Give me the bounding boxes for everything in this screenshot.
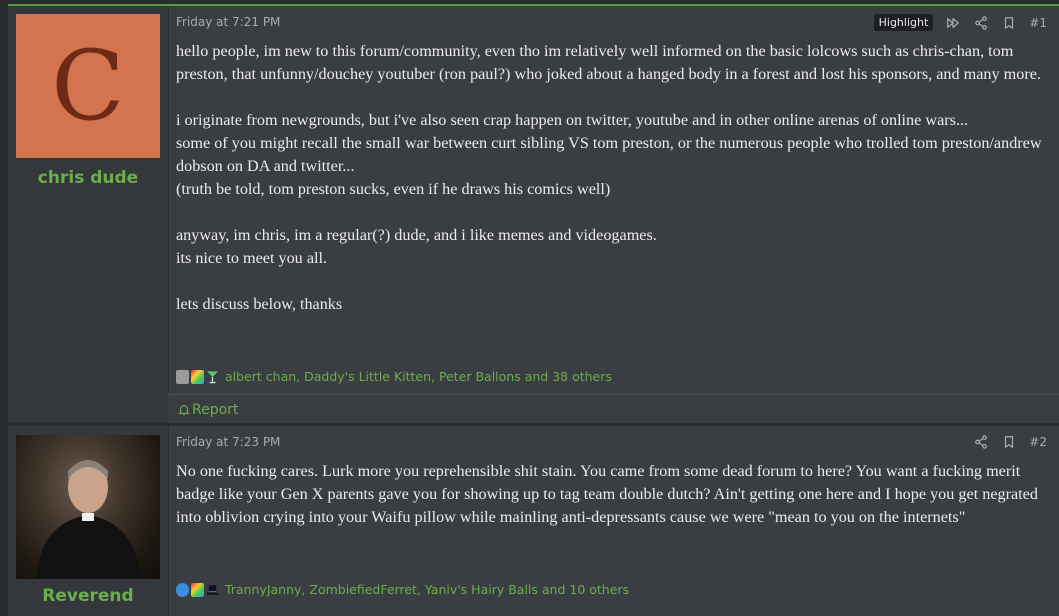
username[interactable]: chris dude xyxy=(8,168,168,188)
post-body: No one fucking cares. Lurk more you repr… xyxy=(176,462,1038,526)
bookmark-icon[interactable] xyxy=(1001,434,1017,450)
bell-icon xyxy=(178,405,190,415)
post-timestamp[interactable]: Friday at 7:21 PM xyxy=(176,15,280,29)
cocktail-icon xyxy=(206,370,219,384)
post-main: Friday at 7:21 PM Highlight #1 hello peo… xyxy=(168,6,1059,423)
avatar[interactable] xyxy=(16,435,160,579)
report-button[interactable]: Report xyxy=(178,402,238,418)
post-timestamp[interactable]: Friday at 7:23 PM xyxy=(176,435,280,449)
post-body: hello people, im new to this forum/commu… xyxy=(176,42,1042,313)
fast-forward-icon[interactable] xyxy=(945,15,961,31)
bookmark-icon[interactable] xyxy=(1001,15,1017,31)
reaction-users[interactable]: TrannyJanny, ZombiefiedFerret, Yaniv's H… xyxy=(225,582,629,597)
post-main: Friday at 7:23 PM #2 No one fucking care… xyxy=(168,426,1059,616)
puzzle-icon xyxy=(191,369,204,384)
reaction-users[interactable]: albert chan, Daddy's Little Kitten, Pete… xyxy=(225,369,612,384)
reactions-bar[interactable]: albert chan, Daddy's Little Kitten, Pete… xyxy=(176,369,612,384)
username[interactable]: Reverend xyxy=(8,586,168,606)
avatar[interactable]: C xyxy=(16,14,160,158)
post-number-link[interactable]: #2 xyxy=(1029,435,1047,449)
highlight-button[interactable]: Highlight xyxy=(873,14,934,31)
puzzle-icon xyxy=(191,582,204,597)
post-1: C chris dude Friday at 7:21 PM Highlight… xyxy=(8,4,1059,423)
report-label: Report xyxy=(192,402,239,418)
post-tools: Highlight #1 xyxy=(873,14,1047,31)
post-2: Reverend Friday at 7:23 PM #2 No one fuc… xyxy=(8,426,1059,616)
post-tools: #2 xyxy=(973,434,1047,450)
top-hat-icon xyxy=(206,583,219,597)
post-footer: Report xyxy=(168,394,1059,423)
share-icon[interactable] xyxy=(973,15,989,31)
post-number-link[interactable]: #1 xyxy=(1029,16,1047,30)
thumbs-up-icon xyxy=(176,582,189,597)
trash-icon xyxy=(176,369,189,384)
reactions-bar[interactable]: TrannyJanny, ZombiefiedFerret, Yaniv's H… xyxy=(176,582,629,597)
share-icon[interactable] xyxy=(973,434,989,450)
